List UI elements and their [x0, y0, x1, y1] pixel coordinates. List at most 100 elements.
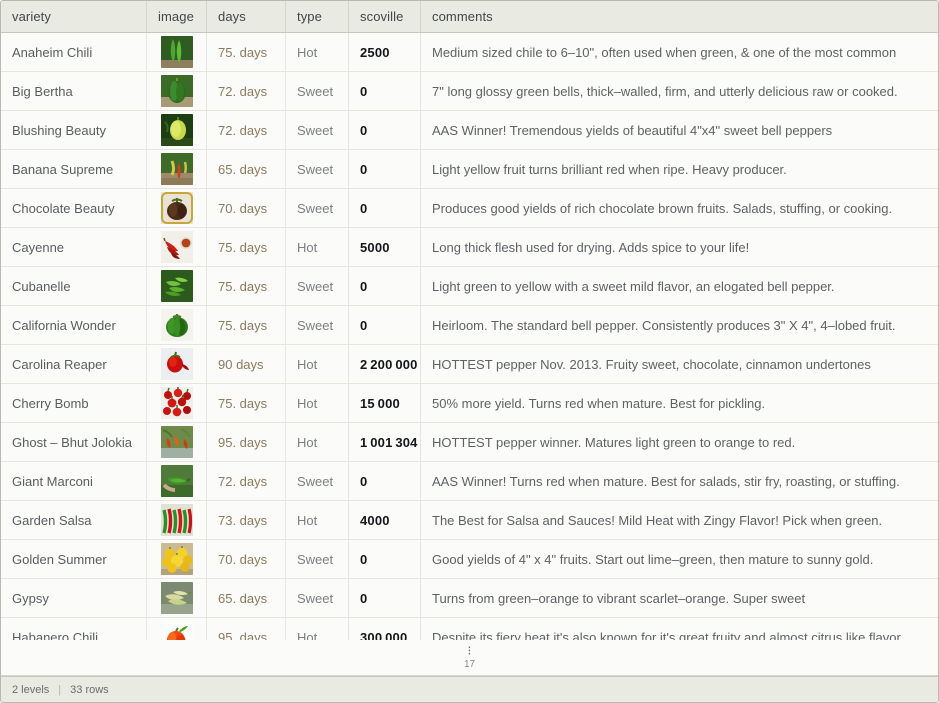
cell-image[interactable]	[147, 267, 207, 305]
cell-days[interactable]: 75. days	[207, 384, 286, 422]
cell-scoville[interactable]: 0	[349, 462, 421, 500]
cell-comments[interactable]: HOTTEST pepper Nov. 2013. Fruity sweet, …	[421, 345, 938, 383]
cell-comments[interactable]: HOTTEST pepper winner. Matures light gre…	[421, 423, 938, 461]
cell-scoville[interactable]: 300 000	[349, 618, 421, 640]
table-row[interactable]: Garden Salsa 73. days Hot 4000 The Best for …	[1, 501, 938, 540]
cell-scoville[interactable]: 0	[349, 267, 421, 305]
cell-type[interactable]: Sweet	[286, 540, 349, 578]
cell-days[interactable]: 72. days	[207, 462, 286, 500]
table-row[interactable]: Carolina Reaper 90 days Hot 2 200 000 HOTTES…	[1, 345, 938, 384]
cell-days[interactable]: 73. days	[207, 501, 286, 539]
cell-variety[interactable]: Gypsy	[1, 579, 147, 617]
cell-days[interactable]: 75. days	[207, 306, 286, 344]
table-row[interactable]: Cayenne 75. days Hot 5000 Long thick flesh u…	[1, 228, 938, 267]
cell-variety[interactable]: Anaheim Chili	[1, 33, 147, 71]
cell-days[interactable]: 95. days	[207, 618, 286, 640]
cell-image[interactable]	[147, 228, 207, 266]
cell-scoville[interactable]: 0	[349, 540, 421, 578]
cell-image[interactable]	[147, 150, 207, 188]
cell-scoville[interactable]: 0	[349, 579, 421, 617]
table-row[interactable]: Giant Marconi 72. days Sweet 0 AAS Winner! T…	[1, 462, 938, 501]
table-row[interactable]: Cubanelle 75. days Sweet 0 Light green to ye…	[1, 267, 938, 306]
cell-comments[interactable]: 50% more yield. Turns red when mature. B…	[421, 384, 938, 422]
cell-comments[interactable]: Turns from green–orange to vibrant scarl…	[421, 579, 938, 617]
cell-comments[interactable]: Heirloom. The standard bell pepper. Cons…	[421, 306, 938, 344]
cell-type[interactable]: Sweet	[286, 189, 349, 227]
column-header-days[interactable]: days	[207, 1, 286, 32]
cell-variety[interactable]: Habanero Chili	[1, 618, 147, 640]
table-row[interactable]: Blushing Beauty 72. days Sweet 0 AAS Winner!…	[1, 111, 938, 150]
cell-type[interactable]: Hot	[286, 501, 349, 539]
cell-days[interactable]: 70. days	[207, 540, 286, 578]
table-row[interactable]: Ghost – Bhut Jolokia 95. days Hot 1 001 304…	[1, 423, 938, 462]
table-row[interactable]: Big Bertha 72. days Sweet 0 7" long glossy g…	[1, 72, 938, 111]
cell-scoville[interactable]: 0	[349, 306, 421, 344]
cell-type[interactable]: Sweet	[286, 306, 349, 344]
cell-scoville[interactable]: 0	[349, 189, 421, 227]
cell-scoville[interactable]: 5000	[349, 228, 421, 266]
column-header-scoville[interactable]: scoville	[349, 1, 421, 32]
cell-comments[interactable]: Long thick flesh used for drying. Adds s…	[421, 228, 938, 266]
cell-variety[interactable]: Big Bertha	[1, 72, 147, 110]
cell-comments[interactable]: Light yellow fruit turns brilliant red w…	[421, 150, 938, 188]
cell-days[interactable]: 75. days	[207, 267, 286, 305]
cell-image[interactable]	[147, 111, 207, 149]
cell-days[interactable]: 65. days	[207, 150, 286, 188]
cell-comments[interactable]: Medium sized chile to 6–10", often used …	[421, 33, 938, 71]
cell-type[interactable]: Sweet	[286, 579, 349, 617]
cell-scoville[interactable]: 2 200 000	[349, 345, 421, 383]
cell-type[interactable]: Sweet	[286, 267, 349, 305]
cell-image[interactable]	[147, 33, 207, 71]
table-row[interactable]: Anaheim Chili 75. days Hot 2500 Medium sized…	[1, 33, 938, 72]
cell-variety[interactable]: Golden Summer	[1, 540, 147, 578]
cell-variety[interactable]: Ghost – Bhut Jolokia	[1, 423, 147, 461]
cell-type[interactable]: Hot	[286, 345, 349, 383]
table-row[interactable]: Golden Summer 70. days Sweet 0 Good yields o…	[1, 540, 938, 579]
cell-comments[interactable]: Light green to yellow with a sweet mild …	[421, 267, 938, 305]
cell-days[interactable]: 75. days	[207, 228, 286, 266]
cell-scoville[interactable]: 1 001 304	[349, 423, 421, 461]
cell-type[interactable]: Hot	[286, 618, 349, 640]
cell-comments[interactable]: Despite its fiery heat it's also known f…	[421, 618, 938, 641]
cell-image[interactable]	[147, 618, 207, 640]
cell-type[interactable]: Hot	[286, 33, 349, 71]
cell-scoville[interactable]: 2500	[349, 33, 421, 71]
table-row[interactable]: Banana Supreme 65. days Sweet 0 Light yellow…	[1, 150, 938, 189]
table-row[interactable]: Cherry Bomb 75. days Hot 15 000 50% more yie…	[1, 384, 938, 423]
cell-type[interactable]: Sweet	[286, 111, 349, 149]
cell-scoville[interactable]: 0	[349, 72, 421, 110]
cell-comments[interactable]: AAS Winner! Tremendous yields of beautif…	[421, 111, 938, 149]
cell-type[interactable]: Hot	[286, 423, 349, 461]
cell-type[interactable]: Hot	[286, 228, 349, 266]
cell-image[interactable]	[147, 423, 207, 461]
cell-type[interactable]: Sweet	[286, 150, 349, 188]
cell-days[interactable]: 65. days	[207, 579, 286, 617]
column-header-type[interactable]: type	[286, 1, 349, 32]
cell-image[interactable]	[147, 345, 207, 383]
cell-image[interactable]	[147, 72, 207, 110]
cell-image[interactable]	[147, 501, 207, 539]
cell-comments[interactable]: 7" long glossy green bells, thick–walled…	[421, 72, 938, 110]
column-header-comments[interactable]: comments	[421, 1, 938, 32]
cell-variety[interactable]: Chocolate Beauty	[1, 189, 147, 227]
table-row[interactable]: Chocolate Beauty 70. days Sweet 0 Produces g…	[1, 189, 938, 228]
cell-days[interactable]: 72. days	[207, 72, 286, 110]
cell-type[interactable]: Hot	[286, 384, 349, 422]
more-rows-indicator[interactable]: ⁝ 17	[1, 640, 938, 676]
cell-days[interactable]: 72. days	[207, 111, 286, 149]
cell-image[interactable]	[147, 384, 207, 422]
cell-variety[interactable]: Blushing Beauty	[1, 111, 147, 149]
cell-variety[interactable]: Cherry Bomb	[1, 384, 147, 422]
cell-days[interactable]: 90 days	[207, 345, 286, 383]
cell-variety[interactable]: Cubanelle	[1, 267, 147, 305]
table-row[interactable]: Habanero Chili 95. days Hot 300 000 Despite …	[1, 618, 938, 640]
cell-variety[interactable]: Carolina Reaper	[1, 345, 147, 383]
cell-variety[interactable]: Cayenne	[1, 228, 147, 266]
cell-image[interactable]	[147, 540, 207, 578]
cell-variety[interactable]: Banana Supreme	[1, 150, 147, 188]
cell-comments[interactable]: Produces good yields of rich chocolate b…	[421, 189, 938, 227]
cell-image[interactable]	[147, 462, 207, 500]
cell-type[interactable]: Sweet	[286, 462, 349, 500]
cell-image[interactable]	[147, 579, 207, 617]
cell-comments[interactable]: Good yields of 4" x 4" fruits. Start out…	[421, 540, 938, 578]
